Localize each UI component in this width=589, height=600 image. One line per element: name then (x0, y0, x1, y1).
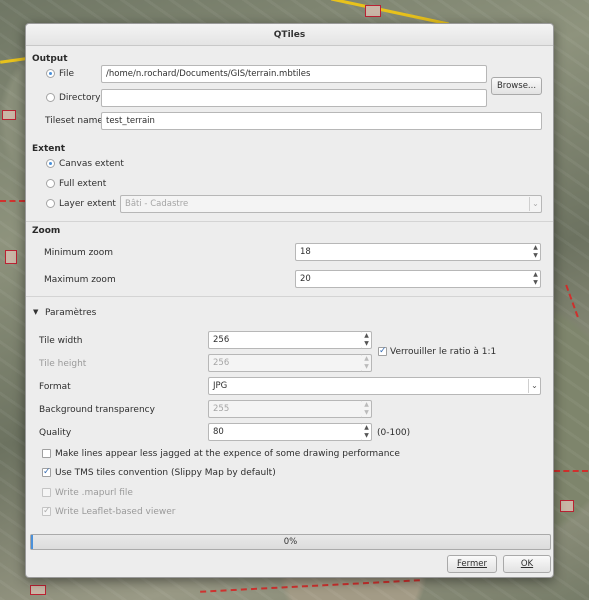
dialog-title[interactable]: QTiles (26, 24, 553, 46)
separator (26, 296, 553, 297)
file-path-input[interactable]: /home/n.rochard/Documents/GIS/terrain.mb… (101, 65, 487, 83)
antialias-checkbox[interactable] (42, 449, 51, 458)
file-radio[interactable] (46, 69, 55, 78)
max-zoom-spinbox[interactable]: 20 (295, 270, 533, 288)
leaflet-label: Write Leaflet-based viewer (55, 507, 176, 517)
map-parcel-boundary (0, 200, 25, 202)
directory-radio[interactable] (46, 93, 55, 102)
format-select[interactable]: JPG (208, 377, 541, 395)
browse-button[interactable]: Browse... (491, 77, 542, 95)
zoom-section-title: Zoom (32, 226, 61, 236)
quality-range-label: (0-100) (377, 428, 411, 438)
extent-section-title: Extent (32, 144, 66, 154)
tile-width-label: Tile width (39, 336, 83, 346)
chevron-down-icon[interactable]: ⌄ (528, 379, 540, 393)
map-parcel-boundary (565, 284, 579, 318)
map-building (365, 5, 381, 17)
map-parcel-boundary (200, 579, 420, 593)
tile-height-label: Tile height (39, 359, 87, 369)
directory-path-input[interactable] (101, 89, 487, 107)
lock-ratio-label: Verrouiller le ratio à 1:1 (390, 347, 497, 357)
ok-button[interactable]: OK (503, 555, 551, 573)
lock-ratio-checkbox[interactable]: ✓ (378, 347, 387, 356)
spinner-arrows-icon[interactable]: ▲ ▼ (531, 270, 541, 288)
quality-spinbox[interactable]: 80 (208, 423, 363, 441)
format-value: JPG (213, 381, 228, 391)
spinner-arrows-icon[interactable]: ▲ ▼ (362, 331, 372, 349)
mapurl-label: Write .mapurl file (55, 488, 133, 498)
tile-height-spinbox[interactable]: 256 (208, 354, 363, 372)
progress-text: 0% (283, 537, 298, 547)
qtiles-dialog: QTiles Output File /home/n.rochard/Docum… (25, 23, 554, 578)
map-parcel-boundary (554, 470, 588, 472)
min-zoom-label: Minimum zoom (44, 248, 114, 258)
map-building (560, 500, 574, 512)
tile-width-spinbox[interactable]: 256 (208, 331, 363, 349)
close-button[interactable]: Fermer (447, 555, 497, 573)
min-zoom-spinbox[interactable]: 18 (295, 243, 533, 261)
max-zoom-label: Maximum zoom (44, 275, 116, 285)
bg-transparency-spinbox[interactable]: 255 (208, 400, 363, 418)
full-extent-label: Full extent (59, 179, 107, 189)
tileset-name-input[interactable]: test_terrain (101, 112, 542, 130)
layer-extent-value: Bâti - Cadastre (125, 199, 189, 209)
directory-label: Directory (59, 93, 101, 103)
separator (26, 221, 553, 222)
tms-checkbox[interactable]: ✓ (42, 468, 51, 477)
spinner-arrows-icon[interactable]: ▲ ▼ (362, 423, 372, 441)
spinner-arrows-icon[interactable]: ▲ ▼ (362, 354, 372, 372)
layer-extent-select[interactable]: Bâti - Cadastre (120, 195, 542, 213)
format-label: Format (39, 382, 71, 392)
map-building (30, 585, 46, 595)
mapurl-checkbox[interactable] (42, 488, 51, 497)
tms-label: Use TMS tiles convention (Slippy Map by … (55, 468, 276, 478)
layer-extent-radio[interactable] (46, 199, 55, 208)
map-building (2, 110, 16, 120)
canvas-extent-label: Canvas extent (59, 159, 124, 169)
tileset-name-label: Tileset name (45, 116, 103, 126)
output-section-title: Output (32, 54, 68, 64)
progress-bar: 0% (30, 534, 551, 550)
chevron-down-icon[interactable]: ⌄ (529, 197, 541, 211)
spinner-arrows-icon[interactable]: ▲ ▼ (362, 400, 372, 418)
map-road (330, 0, 450, 26)
spinner-arrows-icon[interactable]: ▲ ▼ (531, 243, 541, 261)
map-building (5, 250, 17, 264)
quality-label: Quality (39, 428, 72, 438)
antialias-label: Make lines appear less jagged at the exp… (55, 449, 400, 459)
layer-extent-label: Layer extent (59, 199, 116, 209)
bg-transparency-label: Background transparency (39, 405, 155, 415)
triangle-down-icon[interactable]: ▼ (33, 308, 38, 316)
file-label: File (59, 69, 75, 79)
progress-fill (31, 535, 33, 549)
full-extent-radio[interactable] (46, 179, 55, 188)
leaflet-checkbox[interactable]: ✓ (42, 507, 51, 516)
parametres-expander-label[interactable]: Paramètres (45, 308, 96, 318)
canvas-extent-radio[interactable] (46, 159, 55, 168)
